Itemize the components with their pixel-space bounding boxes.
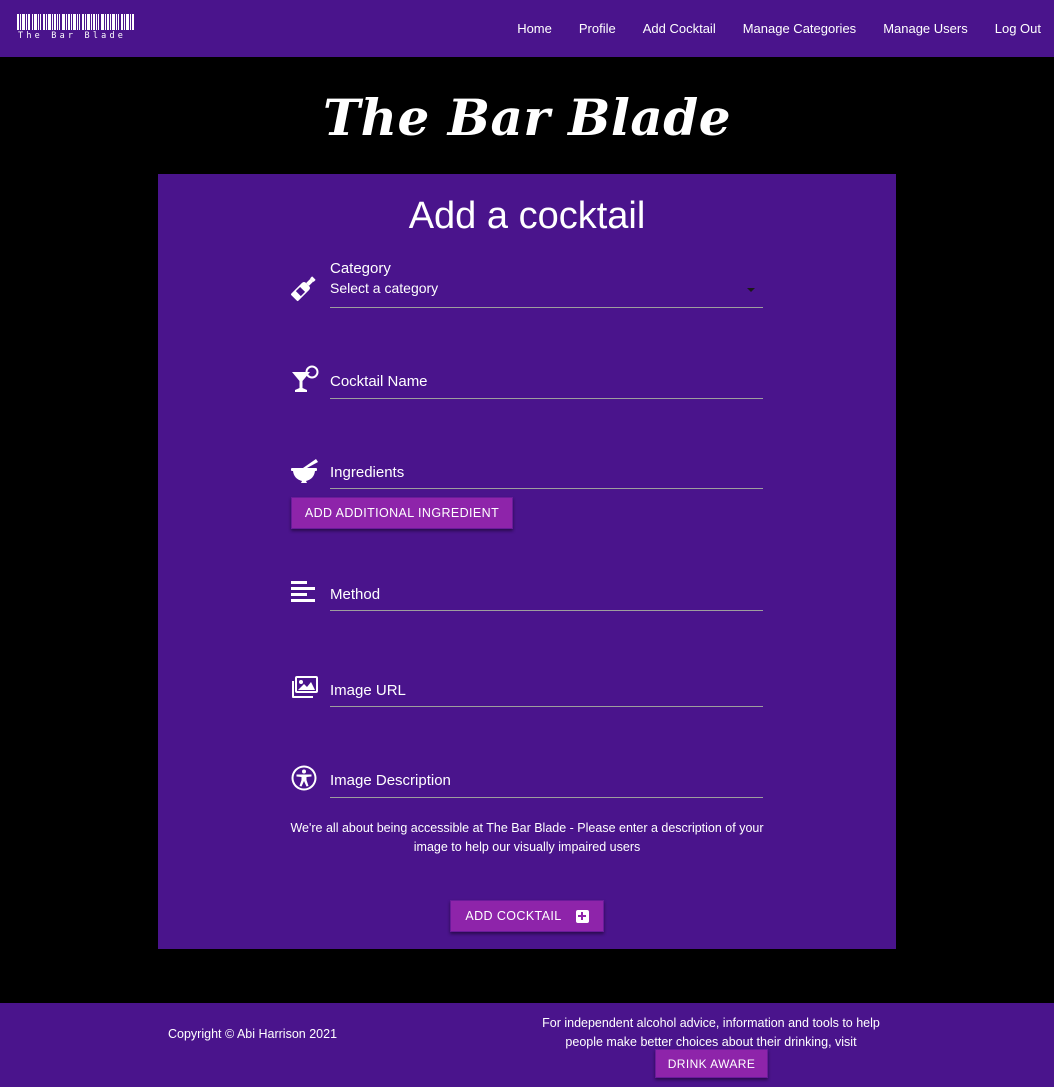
category-label: Category <box>330 260 391 277</box>
cocktail-glass-icon <box>289 364 319 394</box>
ingredients-input[interactable]: Ingredients <box>330 464 404 481</box>
nav-link-home[interactable]: Home <box>517 21 552 36</box>
images-icon <box>289 673 319 703</box>
copyright-text: Copyright © Abi Harrison 2021 <box>168 1027 338 1041</box>
image-url-input[interactable]: Image URL <box>330 682 406 699</box>
drink-aware-button[interactable]: DRINK AWARE <box>655 1049 768 1078</box>
wine-bottle-icon <box>289 273 319 303</box>
ingredients-underline <box>330 488 763 489</box>
align-left-icon <box>289 579 319 609</box>
cocktail-name-input[interactable]: Cocktail Name <box>330 373 428 390</box>
category-underline <box>330 307 763 308</box>
logo[interactable]: The Bar Blade <box>17 14 135 42</box>
mortar-pestle-icon <box>289 455 319 485</box>
nav-link-manage-users[interactable]: Manage Users <box>883 21 968 36</box>
add-cocktail-button[interactable]: ADD COCKTAIL <box>450 900 604 932</box>
image-description-input[interactable]: Image Description <box>330 772 451 789</box>
add-ingredient-button[interactable]: ADD ADDITIONAL INGREDIENT <box>291 497 513 529</box>
add-cocktail-button-label: ADD COCKTAIL <box>465 909 562 923</box>
universal-access-icon <box>289 764 319 794</box>
nav-link-profile[interactable]: Profile <box>579 21 616 36</box>
chevron-down-icon[interactable] <box>747 288 755 292</box>
nav-link-manage-categories[interactable]: Manage Categories <box>743 21 856 36</box>
nav-links: Home Profile Add Cocktail Manage Categor… <box>490 0 1041 57</box>
logo-text: The Bar Blade <box>18 31 127 41</box>
plus-square-icon <box>575 909 589 923</box>
image-url-underline <box>330 706 763 707</box>
site-title: The Bar Blade <box>322 88 732 147</box>
category-select[interactable]: Select a category <box>330 280 438 296</box>
method-underline <box>330 610 763 611</box>
barcode-logo-icon <box>17 14 134 30</box>
page-title: Add a cocktail <box>408 195 646 237</box>
nav-link-log-out[interactable]: Log Out <box>995 21 1041 36</box>
cocktail-name-underline <box>330 398 763 399</box>
method-input[interactable]: Method <box>330 586 380 603</box>
drink-aware-text: For independent alcohol advice, informat… <box>542 1016 880 1049</box>
footer: Copyright © Abi Harrison 2021 For indepe… <box>0 1003 1054 1087</box>
nav-link-add-cocktail[interactable]: Add Cocktail <box>643 21 716 36</box>
navbar: The Bar Blade Home Profile Add Cocktail … <box>0 0 1054 57</box>
image-description-underline <box>330 797 763 798</box>
accessibility-helper-text: We're all about being accessible at The … <box>290 821 764 854</box>
